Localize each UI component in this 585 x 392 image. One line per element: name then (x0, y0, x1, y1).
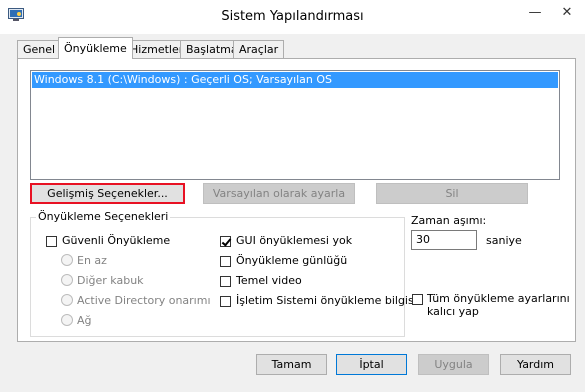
radio-ad-repair-label: Active Directory onarımı (77, 294, 211, 307)
cancel-button[interactable]: İptal (336, 354, 407, 375)
os-boot-info-label: İşletim Sistemi önyükleme bilgisi (236, 294, 417, 307)
os-boot-info-checkbox[interactable] (220, 296, 231, 307)
radio-alternate-shell-label: Diğer kabuk (77, 274, 144, 287)
tab-tools[interactable]: Araçlar (233, 40, 285, 59)
base-video-label: Temel video (236, 274, 302, 287)
timeout-label: Zaman aşımı: (411, 214, 487, 227)
minimize-icon: — (528, 4, 542, 20)
radio-minimal-label: En az (77, 254, 107, 267)
set-default-button[interactable]: Varsayılan olarak ayarla (203, 183, 355, 204)
boot-log-checkbox[interactable] (220, 256, 231, 267)
advanced-options-button[interactable]: Gelişmiş Seçenekler... (30, 183, 185, 204)
close-icon: ✕ (561, 4, 573, 20)
window-title: Sistem Yapılandırması (221, 9, 364, 24)
close-button[interactable]: ✕ (552, 0, 582, 24)
radio-minimal[interactable] (61, 254, 73, 266)
timeout-input[interactable]: 30 (411, 230, 477, 250)
apply-button[interactable]: Uygula (418, 354, 489, 375)
radio-network-label: Ağ (77, 314, 92, 327)
delete-button[interactable]: Sil (376, 183, 528, 204)
tab-general[interactable]: Genel (17, 40, 62, 59)
no-gui-boot-checkbox[interactable] (220, 236, 231, 247)
boot-options-legend: Önyükleme Seçenekleri (36, 210, 171, 223)
safe-boot-checkbox[interactable] (46, 236, 57, 247)
safe-boot-label: Güvenli Önyükleme (62, 234, 171, 247)
make-permanent-label-line2: kalıcı yap (427, 305, 479, 318)
minimize-button[interactable]: — (520, 0, 550, 24)
timeout-unit: saniye (486, 234, 522, 247)
make-permanent-checkbox[interactable] (412, 294, 423, 305)
radio-network[interactable] (61, 314, 73, 326)
boot-log-label: Önyükleme günlüğü (236, 254, 348, 267)
base-video-checkbox[interactable] (220, 276, 231, 287)
os-list-item[interactable]: Windows 8.1 (C:\Windows) : Geçerli OS; V… (32, 72, 558, 88)
tab-boot[interactable]: Önyükleme (58, 37, 133, 59)
no-gui-boot-label: GUI önyüklemesi yok (236, 234, 353, 247)
radio-alternate-shell[interactable] (61, 274, 73, 286)
radio-ad-repair[interactable] (61, 294, 73, 306)
help-button[interactable]: Yardım (500, 354, 571, 375)
ok-button[interactable]: Tamam (256, 354, 327, 375)
make-permanent-label-line1: Tüm önyükleme ayarlarını (427, 292, 570, 305)
os-list[interactable]: Windows 8.1 (C:\Windows) : Geçerli OS; V… (30, 70, 560, 180)
